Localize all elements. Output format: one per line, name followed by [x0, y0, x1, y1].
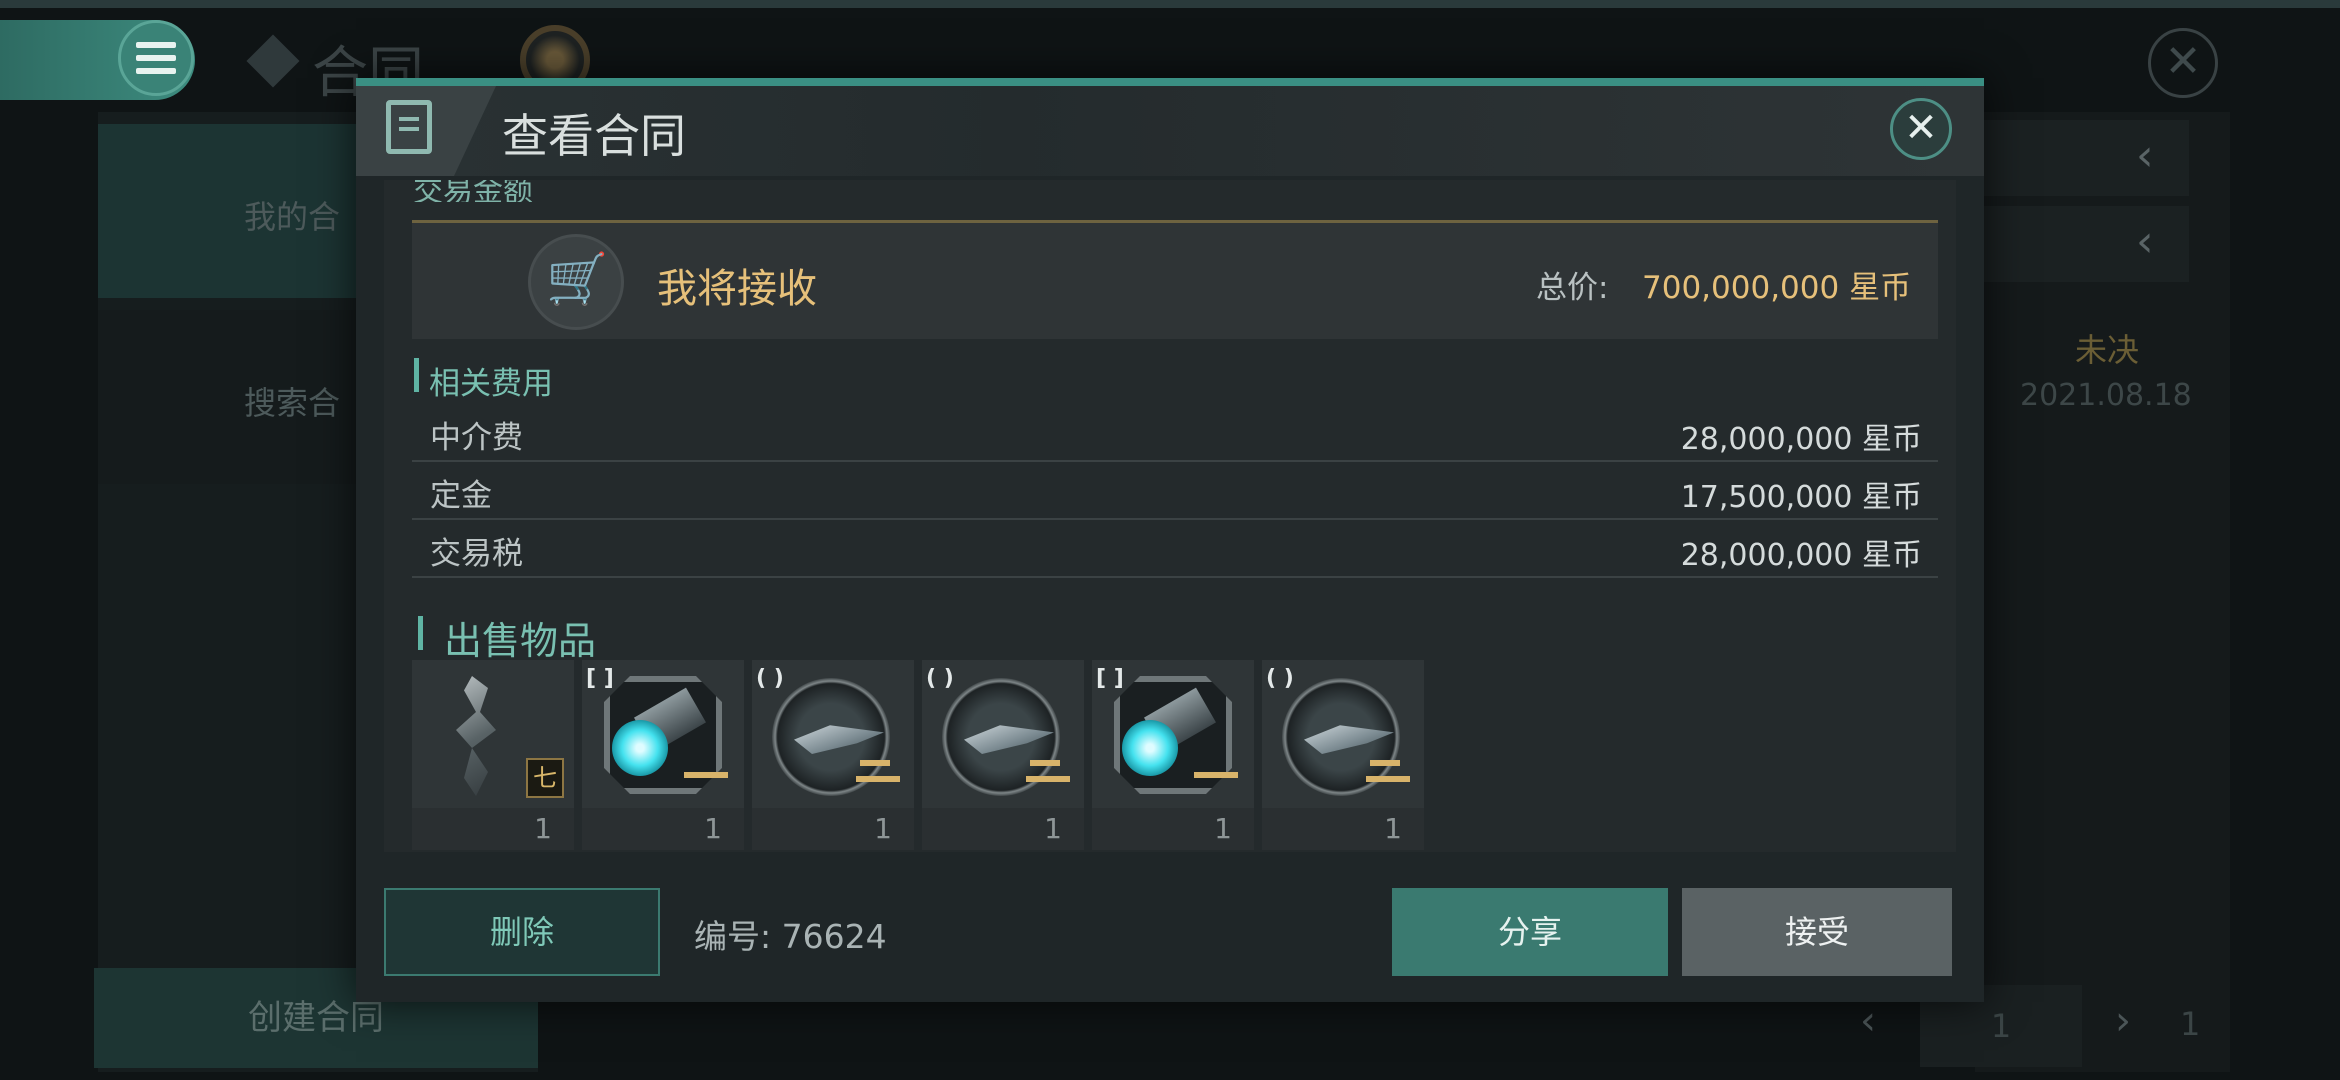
- section-marker: [414, 358, 419, 392]
- slot-type-label: [ ]: [1096, 666, 1124, 691]
- page-close-icon[interactable]: ✕: [2148, 28, 2218, 98]
- charge-glow-icon: [1122, 720, 1178, 776]
- page-total: 1: [2180, 1005, 2201, 1043]
- receive-label: 我将接收: [657, 266, 817, 312]
- fee-value: 28,000,000 星币: [1680, 538, 1922, 573]
- fee-value: 17,500,000 星币: [1680, 480, 1922, 515]
- tier-mark: [1030, 760, 1060, 766]
- section-marker: [418, 616, 423, 650]
- cart-download-icon: 🛒: [546, 250, 609, 308]
- item-count: 1: [704, 812, 722, 845]
- total-price-value: 700,000,000 星币: [1642, 270, 1912, 306]
- status-badge: 未决: [2075, 331, 2140, 369]
- hamburger-icon[interactable]: [136, 42, 176, 76]
- dialog-accent-bar: [356, 78, 1984, 86]
- accept-button[interactable]: 接受: [1682, 888, 1952, 976]
- sidebar-item-label: 我的合: [244, 198, 341, 236]
- contract-date: 2021.08.18: [2020, 378, 2192, 413]
- sidebar-item-label: 搜索合: [244, 384, 341, 422]
- trade-amount-section-label: 交易金额: [413, 180, 533, 202]
- contract-scroll-icon: [386, 100, 432, 154]
- items-section-title: 出售物品: [444, 619, 597, 663]
- fee-name: 交易税: [430, 536, 523, 572]
- next-page-icon[interactable]: ›: [2115, 998, 2131, 1044]
- tier-mark: [1370, 760, 1400, 766]
- fee-name: 中介费: [430, 420, 523, 456]
- tier-mark: [856, 776, 900, 782]
- slot-type-label: ( ): [926, 666, 954, 691]
- item-count: 1: [874, 812, 892, 845]
- item-count: 1: [1214, 812, 1232, 845]
- charge-glow-icon: [612, 720, 668, 776]
- item-count: 1: [534, 812, 552, 845]
- dialog-title: 查看合同: [502, 109, 686, 163]
- list-row[interactable]: ‹: [1984, 120, 2189, 196]
- close-icon[interactable]: ✕: [1890, 98, 1952, 160]
- delete-button[interactable]: 删除: [384, 888, 660, 976]
- tier-mark: [684, 772, 728, 778]
- tier-mark: [1194, 772, 1238, 778]
- share-button[interactable]: 分享: [1392, 888, 1668, 976]
- item-count: 1: [1044, 812, 1062, 845]
- tier-badge: 七: [526, 758, 564, 798]
- fee-name: 定金: [430, 478, 492, 514]
- tier-mark: [1026, 776, 1070, 782]
- chevron-left-icon[interactable]: ‹: [2136, 130, 2154, 181]
- list-row[interactable]: ‹: [1984, 206, 2189, 282]
- cube-icon: [246, 34, 300, 88]
- contract-serial: 编号: 76624: [694, 917, 887, 956]
- chevron-left-icon[interactable]: ‹: [2136, 216, 2154, 267]
- fee-value: 28,000,000 星币: [1680, 422, 1922, 457]
- top-strip: [0, 0, 2340, 8]
- slot-type-label: [ ]: [586, 666, 614, 691]
- total-price-label: 总价:: [1536, 270, 1609, 306]
- fees-section-title: 相关费用: [429, 366, 553, 402]
- slot-type-label: ( ): [756, 666, 784, 691]
- item-count: 1: [1384, 812, 1402, 845]
- tier-mark: [860, 760, 890, 766]
- slot-type-label: ( ): [1266, 666, 1294, 691]
- prev-page-icon[interactable]: ‹: [1860, 998, 1876, 1044]
- tier-mark: [1366, 776, 1410, 782]
